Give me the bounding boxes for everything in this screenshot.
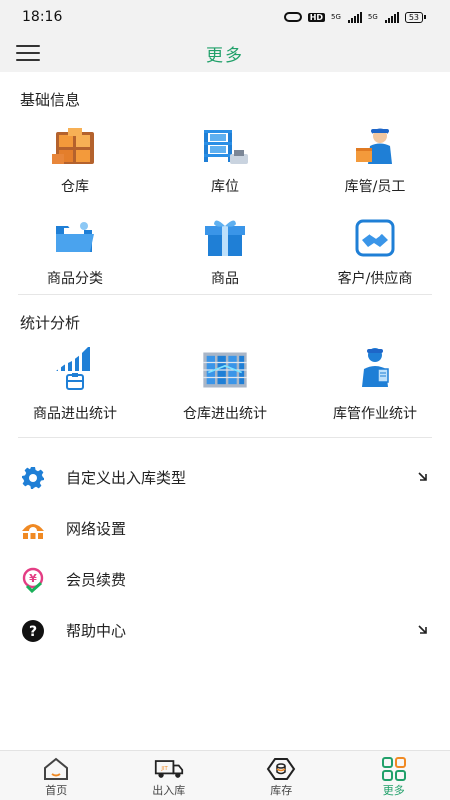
menu-label: 网络设置 [66, 520, 127, 538]
nav-inbound-outbound[interactable]: JIT 出入库 [113, 751, 226, 800]
battery-icon: 53 [404, 11, 426, 23]
network-type-label-2: 5G [367, 12, 378, 21]
nav-more[interactable]: 更多 [338, 751, 450, 800]
content-area: 基础信息 仓库 库位 库管/员工 商品分类 商品 客户/供应商 统计分析 商品进… [0, 72, 450, 750]
battery-tip [424, 15, 426, 19]
network-type-label: 5G [331, 12, 341, 21]
nav-label: 库存 [270, 784, 293, 797]
nav-home[interactable]: 首页 [0, 751, 113, 800]
battery-level: 53 [404, 11, 423, 23]
section-basic-info: 基础信息 仓库 库位 库管/员工 商品分类 商品 客户/供应商 [0, 72, 450, 294]
yen-badge-icon: ¥ [20, 567, 46, 593]
basic-info-grid: 仓库 库位 库管/员工 商品分类 商品 客户/供应商 [0, 110, 450, 294]
menu-label: 帮助中心 [66, 622, 127, 640]
grid-item-warehouse[interactable]: 仓库 [0, 110, 150, 202]
section-title: 统计分析 [20, 314, 81, 332]
grid-item-storage-location[interactable]: 库位 [150, 110, 300, 202]
statistics-grid: 商品进出统计 仓库进出统计 库管作业统计 [0, 333, 450, 437]
grid-item-staff-work-stats[interactable]: 库管作业统计 [300, 333, 450, 437]
warehouse-icon [50, 124, 100, 168]
menu-row-custom-io-type[interactable]: 自定义出入库类型 [0, 452, 450, 503]
truck-icon: JIT [154, 757, 184, 781]
svg-text:¥: ¥ [29, 572, 37, 585]
menu-label: 会员续费 [66, 571, 127, 589]
staff-icon [350, 124, 400, 168]
help-icon: ? [20, 618, 46, 644]
server-rack-icon [200, 343, 250, 397]
grid-label: 仓库 [61, 179, 89, 195]
signal-icon-2 [384, 11, 399, 23]
status-icons: HD 5G 5G 53 [283, 11, 426, 23]
hamburger-menu-icon[interactable] [16, 45, 40, 61]
grid-label: 商品进出统计 [33, 406, 117, 422]
menu-row-membership-renewal[interactable]: ¥ 会员续费 [0, 554, 450, 605]
section-title: 基础信息 [20, 91, 81, 109]
folder-icon [50, 216, 100, 260]
worker-icon [350, 343, 400, 397]
grid-item-category[interactable]: 商品分类 [0, 202, 150, 294]
svg-text:JIT: JIT [160, 766, 168, 772]
nav-label: 出入库 [152, 784, 186, 797]
gear-icon [20, 465, 46, 491]
grid-item-product[interactable]: 商品 [150, 202, 300, 294]
grid-label: 商品分类 [47, 271, 103, 287]
menu-row-help-center[interactable]: ? 帮助中心 [0, 605, 450, 656]
menu-row-network-settings[interactable]: 网络设置 [0, 503, 450, 554]
storage-rack-icon [200, 124, 250, 168]
grid-label: 仓库进出统计 [183, 406, 267, 422]
grid-label: 商品 [211, 271, 239, 287]
grid-label: 库管作业统计 [333, 406, 417, 422]
nav-inventory[interactable]: 库存 [225, 751, 338, 800]
arrow-icon [418, 625, 427, 634]
grid-item-warehouse-io-stats[interactable]: 仓库进出统计 [150, 333, 300, 437]
hd-badge: HD [307, 12, 326, 22]
home-icon [41, 757, 71, 781]
grid-label: 库位 [211, 179, 239, 195]
section-statistics: 统计分析 商品进出统计 仓库进出统计 库管作业统计 [0, 295, 450, 437]
nav-label: 首页 [45, 784, 68, 797]
handshake-icon [350, 216, 400, 260]
grid-label: 库管/员工 [344, 179, 406, 195]
nav-label: 更多 [382, 784, 405, 797]
link-icon [283, 12, 302, 22]
status-bar: 18:16 HD 5G 5G 53 [0, 0, 450, 34]
svg-text:?: ? [29, 624, 37, 640]
bottom-nav: 首页 JIT 出入库 库存 更多 [0, 750, 450, 800]
bar-chart-icon [50, 343, 100, 397]
grid-label: 客户/供应商 [337, 271, 413, 287]
grid-item-product-io-stats[interactable]: 商品进出统计 [0, 333, 150, 437]
grid-item-staff[interactable]: 库管/员工 [300, 110, 450, 202]
gift-box-icon [200, 216, 250, 260]
settings-menu: 自定义出入库类型 网络设置 ¥ 会员续费 ? 帮助中心 [0, 452, 450, 656]
app-header: 更多 [0, 34, 450, 72]
more-grid-icon [379, 757, 409, 781]
status-time: 18:16 [22, 9, 63, 25]
divider [18, 437, 432, 438]
inventory-icon [266, 757, 296, 781]
signal-icon [347, 11, 362, 23]
arrow-icon [418, 472, 427, 481]
network-icon [20, 516, 46, 542]
grid-item-customer-supplier[interactable]: 客户/供应商 [300, 202, 450, 294]
menu-label: 自定义出入库类型 [66, 469, 187, 487]
page-title: 更多 [206, 45, 244, 66]
